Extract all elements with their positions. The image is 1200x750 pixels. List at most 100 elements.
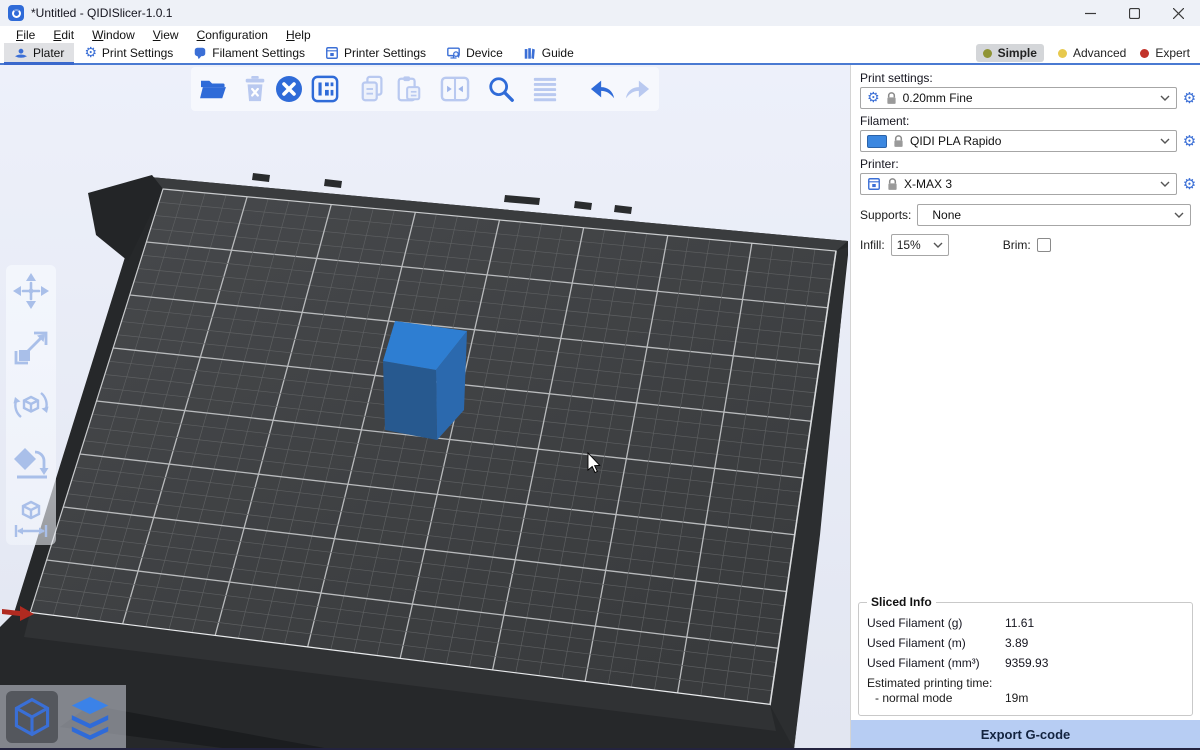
supports-label: Supports: xyxy=(860,208,911,222)
variable-layer-height-button[interactable] xyxy=(529,72,561,106)
undo-button[interactable] xyxy=(587,72,619,106)
chevron-down-icon xyxy=(1160,138,1170,144)
measure-tool-button[interactable] xyxy=(11,499,51,539)
printer-label: Printer: xyxy=(851,155,1200,173)
printer-select[interactable]: X-MAX 3 xyxy=(860,173,1177,195)
viewport-toolbar xyxy=(191,67,659,111)
tab-device[interactable]: Device xyxy=(436,43,513,63)
filament-select[interactable]: QIDI PLA Rapido xyxy=(860,130,1177,152)
print-settings-value: 0.20mm Fine xyxy=(903,91,1154,105)
layers-icon xyxy=(67,694,113,740)
delete-button[interactable] xyxy=(239,72,271,106)
estimated-time-label: Estimated printing time: xyxy=(867,673,1184,690)
infill-label: Infill: xyxy=(860,238,885,252)
menu-file[interactable]: File xyxy=(8,28,43,42)
advanced-dot-icon xyxy=(1058,49,1067,58)
redo-button[interactable] xyxy=(621,72,653,106)
chevron-down-icon xyxy=(1160,181,1170,187)
menu-window[interactable]: Window xyxy=(84,28,143,42)
menu-configuration[interactable]: Configuration xyxy=(189,28,276,42)
printer-icon xyxy=(325,46,339,60)
3d-viewport[interactable] xyxy=(0,65,850,748)
split-objects-button[interactable] xyxy=(439,72,471,106)
search-button[interactable] xyxy=(485,72,517,106)
infill-value: 15% xyxy=(897,238,929,252)
tab-label: Plater xyxy=(33,46,64,60)
simple-dot-icon xyxy=(983,49,992,58)
rotate-tool-button[interactable] xyxy=(11,385,51,425)
tab-plater[interactable]: Plater xyxy=(4,43,74,63)
gear-icon: ⚙ xyxy=(867,91,880,105)
sliced-info-row: - normal mode 19m xyxy=(867,690,1184,707)
filament-value: QIDI PLA Rapido xyxy=(910,134,1154,148)
mode-label: Advanced xyxy=(1073,46,1126,60)
expert-dot-icon xyxy=(1140,49,1149,58)
copy-button[interactable] xyxy=(357,72,389,106)
place-on-face-tool-button[interactable] xyxy=(11,442,51,482)
supports-select[interactable]: None xyxy=(917,204,1191,226)
sliced-info-box: Sliced Info Used Filament (g) 11.61 Used… xyxy=(858,595,1193,716)
minimize-button[interactable] xyxy=(1068,0,1112,26)
tab-guide[interactable]: Guide xyxy=(513,43,584,63)
arrange-button[interactable] xyxy=(309,72,341,106)
tab-label: Print Settings xyxy=(102,46,173,60)
filament-color-swatch xyxy=(867,135,887,148)
export-gcode-button[interactable]: Export G-code xyxy=(851,720,1200,748)
edit-printer-button[interactable]: ⚙ xyxy=(1181,175,1198,193)
mode-label: Simple xyxy=(998,46,1037,60)
tab-label: Printer Settings xyxy=(344,46,426,60)
sliced-info-row: Used Filament (g) 11.61 xyxy=(867,613,1184,633)
cube-3d-icon xyxy=(10,695,54,739)
app-window: *Untitled - QIDISlicer-1.0.1 File Edit W… xyxy=(0,0,1200,750)
device-icon xyxy=(446,46,461,60)
paste-button[interactable] xyxy=(393,72,425,106)
brim-label: Brim: xyxy=(1003,238,1031,252)
edit-print-settings-button[interactable]: ⚙ xyxy=(1181,89,1198,107)
chevron-down-icon xyxy=(933,242,943,248)
tab-label: Filament Settings xyxy=(212,46,305,60)
tab-printer-settings[interactable]: Printer Settings xyxy=(315,43,436,63)
mode-expert[interactable]: Expert xyxy=(1140,46,1190,60)
chevron-down-icon xyxy=(1174,212,1184,218)
gizmo-toolbar xyxy=(6,265,56,545)
printer-value: X-MAX 3 xyxy=(904,177,1154,191)
plater-icon xyxy=(14,46,28,60)
print-settings-label: Print settings: xyxy=(851,69,1200,87)
delete-all-button[interactable] xyxy=(273,72,305,106)
editor-view-button[interactable] xyxy=(6,691,58,743)
tab-filament-settings[interactable]: Filament Settings xyxy=(183,43,315,63)
move-tool-button[interactable] xyxy=(11,271,51,311)
close-button[interactable] xyxy=(1156,0,1200,26)
mode-simple[interactable]: Simple xyxy=(976,44,1044,62)
scale-tool-button[interactable] xyxy=(11,328,51,368)
menubar: File Edit Window View Configuration Help xyxy=(0,26,1200,43)
open-folder-button[interactable] xyxy=(197,72,229,106)
view-mode-toggle xyxy=(0,685,126,748)
guide-icon xyxy=(523,46,537,60)
gear-icon: ⚙ xyxy=(84,46,97,60)
edit-filament-button[interactable]: ⚙ xyxy=(1181,132,1198,150)
preview-view-button[interactable] xyxy=(64,691,116,743)
tab-print-settings[interactable]: ⚙ Print Settings xyxy=(74,43,183,63)
mode-label: Expert xyxy=(1155,46,1190,60)
lock-icon xyxy=(886,92,897,105)
brim-checkbox[interactable] xyxy=(1037,238,1051,252)
mode-switcher: Simple Advanced Expert xyxy=(976,43,1200,63)
menu-help[interactable]: Help xyxy=(278,28,319,42)
printer-icon xyxy=(867,177,881,191)
tabbar: Plater ⚙ Print Settings Filament Setting… xyxy=(0,43,1200,65)
menu-view[interactable]: View xyxy=(145,28,187,42)
maximize-button[interactable] xyxy=(1112,0,1156,26)
filament-icon xyxy=(193,46,207,60)
filament-label: Filament: xyxy=(851,112,1200,130)
sliced-info-title: Sliced Info xyxy=(867,595,936,609)
build-plate-scene xyxy=(0,65,850,748)
sliced-info-row: Used Filament (m) 3.89 xyxy=(867,633,1184,653)
settings-panel: Print settings: ⚙ 0.20mm Fine ⚙ Filament… xyxy=(850,65,1200,748)
print-settings-select[interactable]: ⚙ 0.20mm Fine xyxy=(860,87,1177,109)
sliced-info-row: Used Filament (mm³) 9359.93 xyxy=(867,653,1184,673)
menu-edit[interactable]: Edit xyxy=(45,28,82,42)
mode-advanced[interactable]: Advanced xyxy=(1058,46,1126,60)
supports-value: None xyxy=(924,208,1168,222)
infill-select[interactable]: 15% xyxy=(891,234,949,256)
